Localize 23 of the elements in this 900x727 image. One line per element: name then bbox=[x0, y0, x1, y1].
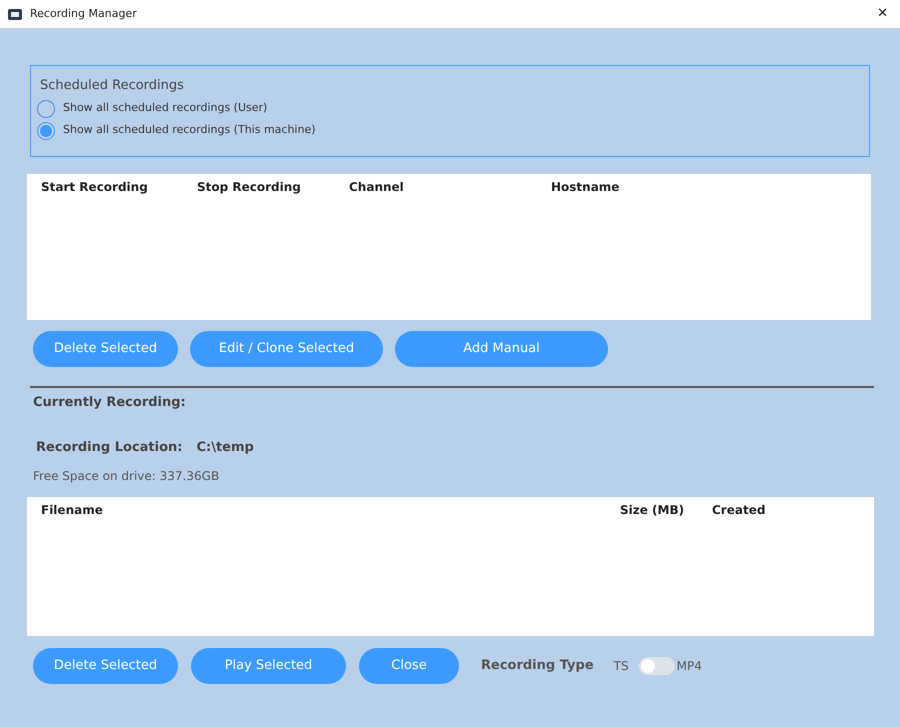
location-label: Recording Location: bbox=[36, 438, 182, 456]
window-title: Recording Manager bbox=[30, 6, 138, 22]
free-space-text: Free Space on drive: 337.36GB bbox=[33, 468, 220, 485]
section-label: Currently Recording: bbox=[33, 394, 187, 412]
column-header[interactable]: Created bbox=[712, 501, 812, 519]
group-title: Scheduled Recordings bbox=[40, 77, 185, 95]
column-header[interactable]: Hostname bbox=[551, 178, 751, 196]
column-header[interactable]: Filename bbox=[41, 501, 620, 519]
radio-label: Show all scheduled recordings (This machine) bbox=[63, 122, 316, 138]
ts-label: TS bbox=[614, 658, 629, 675]
radio-button[interactable] bbox=[37, 100, 55, 118]
app-icon bbox=[8, 8, 22, 20]
radio-label: Show all scheduled recordings (User) bbox=[63, 100, 268, 116]
mp4-label: MP4 bbox=[676, 658, 702, 675]
location-value: C:\temp bbox=[196, 438, 254, 456]
column-header[interactable]: Stop Recording bbox=[197, 178, 349, 196]
column-header[interactable]: Start Recording bbox=[41, 178, 197, 196]
format-toggle[interactable] bbox=[638, 657, 675, 675]
column-header[interactable]: Size (MB) bbox=[620, 501, 712, 519]
recording-type-label: Recording Type bbox=[481, 657, 594, 676]
radio-button[interactable] bbox=[37, 122, 55, 140]
close-button[interactable]: ✕ bbox=[873, 4, 892, 24]
column-header[interactable]: Channel bbox=[349, 178, 551, 196]
